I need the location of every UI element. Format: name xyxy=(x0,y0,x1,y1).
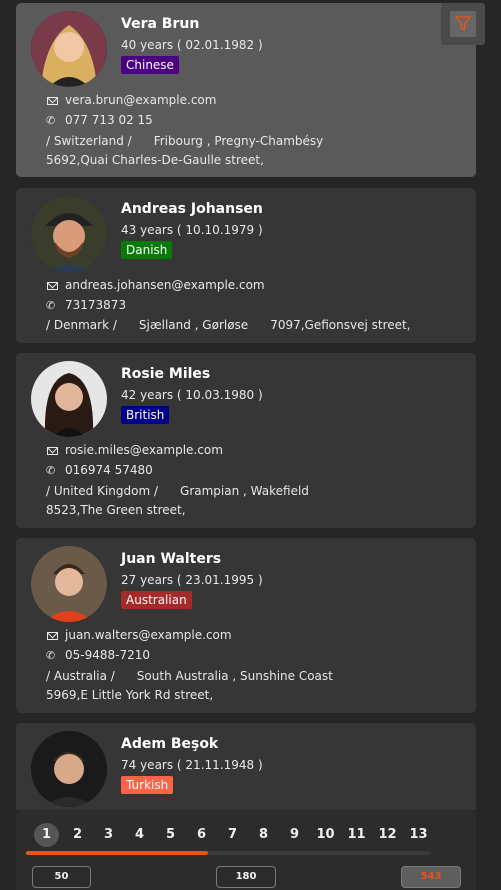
contact-email[interactable]: rosie.miles@example.com xyxy=(65,443,223,457)
contact-street: 8523,The Green street, xyxy=(46,503,186,517)
phone-icon: ✆ xyxy=(46,464,56,477)
page-size-50-button[interactable]: 50 xyxy=(32,866,91,888)
address-row: / United Kingdom / Grampian , Wakefield xyxy=(46,484,309,498)
email-row[interactable]: rosie.miles@example.com xyxy=(46,443,223,457)
page-button-7[interactable]: 7 xyxy=(220,823,245,847)
contact-email[interactable]: vera.brun@example.com xyxy=(65,93,216,107)
contact-name: Andreas Johansen xyxy=(121,201,263,217)
contact-name: Juan Walters xyxy=(121,551,222,567)
page-button-1[interactable]: 1 xyxy=(34,823,59,847)
contact-country: / Australia / xyxy=(46,669,115,683)
phone-row[interactable]: ✆ 077 713 02 15 xyxy=(46,113,153,127)
avatar xyxy=(31,196,107,272)
nationality-badge: Turkish xyxy=(121,776,174,794)
contact-card-rosie-miles[interactable]: Rosie Miles 42 years ( 10.03.1980 ) Brit… xyxy=(16,353,476,528)
page-button-11[interactable]: 11 xyxy=(344,823,369,847)
address-row: / Switzerland / Fribourg , Pregny-Chambés… xyxy=(46,134,323,148)
contacts-app: Vera Brun 40 years ( 02.01.1982 ) Chines… xyxy=(0,0,501,890)
avatar xyxy=(31,361,107,437)
contact-age: 27 years ( 23.01.1995 ) xyxy=(121,573,263,587)
contact-card-andreas-johansen[interactable]: Andreas Johansen 43 years ( 10.10.1979 )… xyxy=(16,188,476,343)
scroll-progress-fill xyxy=(26,851,209,855)
email-row[interactable]: juan.walters@example.com xyxy=(46,628,232,642)
page-button-12[interactable]: 12 xyxy=(375,823,400,847)
contact-card-adem-besok[interactable]: Adem Beşok 74 years ( 21.11.1948 ) Turki… xyxy=(16,723,476,810)
email-row[interactable]: andreas.johansen@example.com xyxy=(46,278,265,292)
contact-region: Sjælland , Gørløse xyxy=(138,318,249,332)
contact-street: 5969,E Little York Rd street, xyxy=(46,688,214,702)
contact-region: Grampian , Wakefield xyxy=(180,484,309,498)
phone-row[interactable]: ✆ 05-9488-7210 xyxy=(46,648,150,662)
avatar xyxy=(31,11,107,87)
phone-icon: ✆ xyxy=(46,299,56,312)
contact-age: 40 years ( 02.01.1982 ) xyxy=(121,38,263,52)
contact-email[interactable]: juan.walters@example.com xyxy=(65,628,232,642)
page-size-543-button[interactable]: 543 xyxy=(401,866,461,888)
contact-phone[interactable]: 077 713 02 15 xyxy=(65,113,153,127)
phone-row[interactable]: ✆ 73173873 xyxy=(46,298,126,312)
nationality-badge: British xyxy=(121,406,170,424)
phone-row[interactable]: ✆ 016974 57480 xyxy=(46,463,153,477)
contact-name: Adem Beşok xyxy=(121,736,219,752)
contact-phone[interactable]: 73173873 xyxy=(65,298,126,312)
contact-age: 42 years ( 10.03.1980 ) xyxy=(121,388,263,402)
contact-country: / Denmark / xyxy=(46,318,117,332)
page-button-10[interactable]: 10 xyxy=(313,823,338,847)
avatar xyxy=(31,731,107,807)
contact-street: 7097,Gefionsvej street, xyxy=(270,318,411,332)
contact-country: / United Kingdom / xyxy=(46,484,159,498)
contact-email[interactable]: andreas.johansen@example.com xyxy=(65,278,265,292)
nationality-badge: Danish xyxy=(121,241,173,259)
mail-icon xyxy=(47,631,58,640)
street-row: 5969,E Little York Rd street, xyxy=(46,688,213,702)
contact-region: Fribourg , Pregny-Chambésy xyxy=(153,134,324,148)
page-list: 1 2 3 4 5 6 7 8 9 10 11 12 13 xyxy=(34,823,437,847)
street-row: 5692,Quai Charles-De-Gaulle street, xyxy=(46,153,264,167)
contact-age: 43 years ( 10.10.1979 ) xyxy=(121,223,263,237)
avatar xyxy=(31,546,107,622)
page-button-5[interactable]: 5 xyxy=(158,823,183,847)
page-button-4[interactable]: 4 xyxy=(127,823,152,847)
contact-phone[interactable]: 016974 57480 xyxy=(65,463,153,477)
page-button-6[interactable]: 6 xyxy=(189,823,214,847)
contact-region: South Australia , Sunshine Coast xyxy=(136,669,333,683)
filter-icon xyxy=(450,11,476,37)
contact-phone[interactable]: 05-9488-7210 xyxy=(65,648,150,662)
page-button-2[interactable]: 2 xyxy=(65,823,90,847)
contact-card-juan-walters[interactable]: Juan Walters 27 years ( 23.01.1995 ) Aus… xyxy=(16,538,476,713)
mail-icon xyxy=(47,446,58,455)
mail-icon xyxy=(47,281,58,290)
street-row: 8523,The Green street, xyxy=(46,503,186,517)
contact-card-vera-brun[interactable]: Vera Brun 40 years ( 02.01.1982 ) Chines… xyxy=(16,3,476,177)
page-button-13[interactable]: 13 xyxy=(406,823,431,847)
contact-street: 5692,Quai Charles-De-Gaulle street, xyxy=(46,153,264,167)
pagination-footer: 1 2 3 4 5 6 7 8 9 10 11 12 13 50 180 543 xyxy=(16,810,476,890)
nationality-badge: Australian xyxy=(121,591,192,609)
scroll-progress-track[interactable] xyxy=(26,851,431,855)
contact-name: Rosie Miles xyxy=(121,366,211,382)
email-row[interactable]: vera.brun@example.com xyxy=(46,93,216,107)
phone-icon: ✆ xyxy=(46,114,56,127)
mail-icon xyxy=(47,96,58,105)
page-button-9[interactable]: 9 xyxy=(282,823,307,847)
contact-age: 74 years ( 21.11.1948 ) xyxy=(121,758,263,772)
page-button-3[interactable]: 3 xyxy=(96,823,121,847)
address-row: / Denmark / Sjælland , Gørløse 7097,Gefion… xyxy=(46,318,411,332)
contact-name: Vera Brun xyxy=(121,16,200,32)
nationality-badge: Chinese xyxy=(121,56,179,74)
contact-list[interactable]: Vera Brun 40 years ( 02.01.1982 ) Chines… xyxy=(0,0,501,810)
contact-country: / Switzerland / xyxy=(46,134,132,148)
address-row: / Australia / South Australia , Sunshine … xyxy=(46,669,333,683)
phone-icon: ✆ xyxy=(46,649,56,662)
page-button-8[interactable]: 8 xyxy=(251,823,276,847)
filter-button[interactable] xyxy=(441,3,485,45)
page-size-180-button[interactable]: 180 xyxy=(216,866,276,888)
